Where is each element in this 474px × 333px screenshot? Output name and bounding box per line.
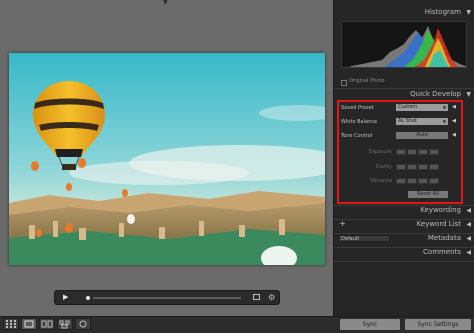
exposure-label: Exposure	[368, 149, 392, 155]
decrease-button[interactable]	[407, 178, 417, 184]
histogram-title[interactable]: Histogram	[425, 8, 461, 16]
tone-control-label: Tone Control	[341, 133, 373, 139]
clarity-stepper[interactable]	[396, 164, 440, 170]
increase-button[interactable]	[418, 149, 428, 155]
expand-triangle-icon[interactable]: ◀	[466, 249, 471, 256]
compare-view-icon[interactable]	[39, 318, 55, 330]
saved-preset-value: Custom	[398, 104, 418, 110]
metadata-title[interactable]: Metadata	[428, 234, 461, 242]
collapse-triangle-icon[interactable]: ▼	[466, 9, 471, 16]
expand-triangle-icon[interactable]: ◀	[466, 207, 471, 214]
expand-triangle-icon[interactable]: ◀	[466, 235, 471, 242]
collapse-triangle-icon[interactable]: ▼	[466, 91, 471, 98]
increase-large-button[interactable]	[429, 164, 439, 170]
increase-button[interactable]	[418, 164, 428, 170]
auto-tone-button[interactable]: Auto	[396, 132, 448, 139]
original-photo-label: Original Photo	[349, 78, 385, 84]
white-balance-select[interactable]: As Shot ▼	[396, 118, 448, 125]
video-player-bar: ▶ ⚙	[54, 290, 280, 305]
disclosure-triangle-icon[interactable]: ◀	[452, 104, 456, 110]
photo-preview	[9, 53, 325, 265]
increase-large-button[interactable]	[429, 149, 439, 155]
loupe-view-icon[interactable]	[21, 318, 37, 330]
scrub-track[interactable]	[93, 297, 241, 299]
clarity-label: Clarity	[375, 164, 392, 170]
increase-large-button[interactable]	[429, 178, 439, 184]
sync-button[interactable]: Sync	[340, 319, 400, 330]
disclosure-triangle-icon[interactable]: ◀	[452, 118, 456, 124]
chevron-down-icon: ▼	[442, 105, 446, 110]
play-icon[interactable]: ▶	[63, 293, 68, 301]
plus-icon[interactable]: +	[339, 219, 346, 228]
expand-triangle-icon[interactable]: ◀	[466, 221, 471, 228]
right-panel: Histogram ▼ Original Photo Quick Develop…	[333, 0, 474, 316]
sync-settings-button[interactable]: Sync Settings	[405, 319, 471, 330]
scrub-handle[interactable]	[86, 296, 90, 300]
bottom-toolbar: Sync Sync Settings	[0, 316, 474, 333]
people-view-icon[interactable]	[75, 318, 91, 330]
keyword-list-title[interactable]: Keyword List	[417, 220, 461, 228]
saved-preset-select[interactable]: Custom ▼	[396, 104, 448, 111]
metadata-preset-value: Default	[341, 236, 360, 242]
divider	[334, 88, 474, 89]
exposure-stepper[interactable]	[396, 149, 440, 155]
decrease-button[interactable]	[407, 164, 417, 170]
survey-view-icon[interactable]	[57, 318, 73, 330]
gear-icon[interactable]: ⚙	[268, 293, 275, 302]
quick-develop-title[interactable]: Quick Develop	[410, 90, 461, 98]
saved-preset-label: Saved Preset	[341, 105, 374, 111]
grid-view-icon[interactable]	[3, 318, 19, 330]
original-photo-checkbox[interactable]	[341, 80, 347, 86]
decrease-button[interactable]	[407, 149, 417, 155]
vibrance-stepper[interactable]	[396, 178, 440, 184]
comments-title[interactable]: Comments	[423, 248, 461, 256]
disclosure-triangle-icon[interactable]: ◀	[452, 132, 456, 138]
decrease-large-button[interactable]	[396, 164, 406, 170]
reset-all-button[interactable]: Reset All	[408, 191, 448, 198]
histogram	[341, 21, 467, 68]
top-panel-toggle-icon[interactable]: ▼	[163, 0, 168, 6]
frame-icon[interactable]	[253, 294, 260, 300]
keywording-title[interactable]: Keywording	[420, 206, 461, 214]
vibrance-label: Vibrance	[370, 178, 392, 184]
chevron-down-icon: ▼	[442, 119, 446, 124]
white-balance-value: As Shot	[398, 118, 417, 124]
increase-button[interactable]	[418, 178, 428, 184]
decrease-large-button[interactable]	[396, 149, 406, 155]
white-balance-label: White Balance	[341, 119, 378, 125]
divider	[334, 261, 474, 262]
metadata-preset-select[interactable]: Default	[338, 235, 390, 242]
decrease-large-button[interactable]	[396, 178, 406, 184]
